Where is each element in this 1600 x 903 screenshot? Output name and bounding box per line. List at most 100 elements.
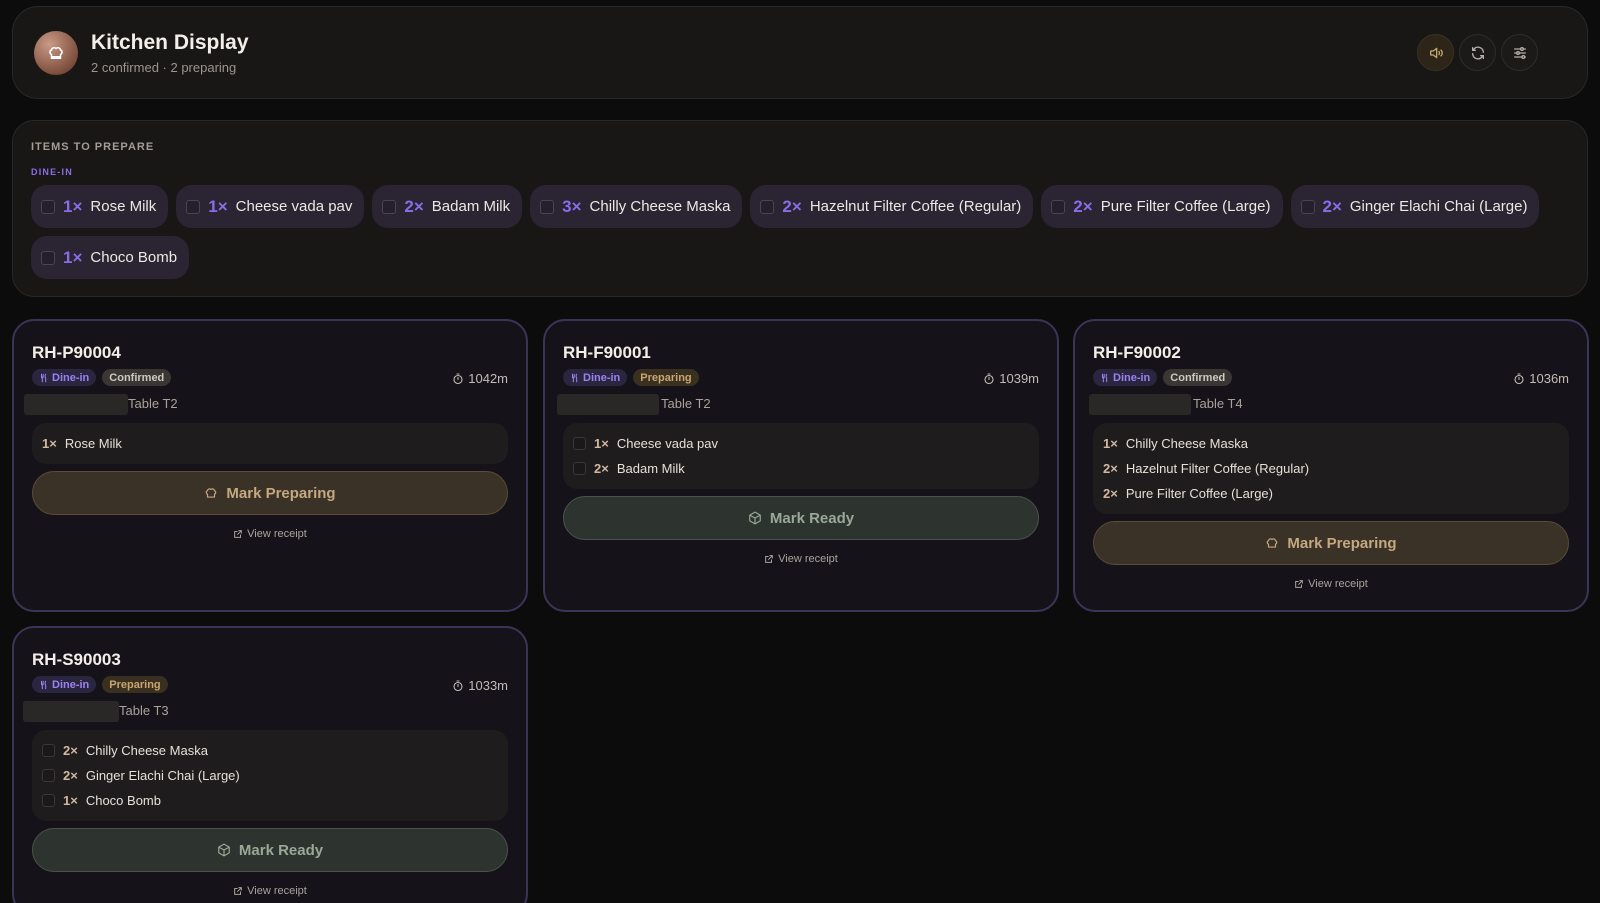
order-card: RH-S90003 Dine-in Preparing 1033m Table … — [12, 626, 528, 903]
item-name: Cheese vada pav — [616, 436, 719, 451]
item-qty: 2× — [1073, 196, 1093, 216]
item-checkbox[interactable] — [186, 199, 201, 214]
chef-hat-icon — [1267, 538, 1278, 548]
redacted-customer — [23, 701, 119, 722]
item-checkbox[interactable] — [573, 462, 586, 475]
package-icon — [218, 843, 230, 857]
item-checkbox[interactable] — [42, 744, 55, 757]
timer-icon — [984, 372, 994, 384]
settings-sliders-icon — [1513, 46, 1526, 59]
item-qty: 3× — [562, 196, 582, 216]
sound-button[interactable] — [1417, 34, 1454, 71]
timer-value: 1036m — [1529, 371, 1569, 386]
order-id: RH-F90001 — [563, 343, 651, 362]
order-id: RH-P90004 — [32, 343, 121, 362]
order-id: RH-F90002 — [1093, 343, 1181, 362]
item-checkbox[interactable] — [573, 437, 586, 450]
status-badge: Confirmed — [102, 369, 172, 386]
item-checkbox[interactable] — [42, 794, 55, 807]
order-items: 2× Chilly Cheese Maska 2× Ginger Elachi Ch… — [32, 730, 508, 821]
timer-value: 1042m — [468, 371, 508, 386]
order-card: RH-F90001 Dine-in Preparing 1039m Table … — [543, 319, 1059, 612]
order-item: 2× Hazelnut Filter Coffee (Regular) — [1103, 456, 1559, 481]
order-item: 1× Choco Bomb — [42, 788, 498, 813]
page-subtitle: 2 confirmed · 2 preparing — [91, 60, 237, 75]
order-item: 1× Rose Milk — [42, 431, 498, 456]
item-qty: 2× — [404, 196, 424, 216]
item-chip[interactable]: 2× Hazelnut Filter Coffee (Regular) — [750, 185, 1034, 228]
item-chip[interactable]: 2× Badam Milk — [372, 185, 523, 228]
item-checkbox[interactable] — [1051, 199, 1066, 214]
item-chip[interactable]: 2× Pure Filter Coffee (Large) — [1041, 185, 1283, 228]
order-timer: 1036m — [1513, 371, 1569, 386]
item-name: Badam Milk — [431, 198, 511, 215]
item-qty: 2× — [782, 196, 802, 216]
order-timer: 1039m — [983, 371, 1039, 386]
item-chip[interactable]: 1× Choco Bomb — [31, 236, 190, 279]
table-label: Table T2 — [128, 396, 178, 411]
header-bar: Kitchen Display 2 confirmed · 2 preparin… — [12, 6, 1588, 99]
item-qty: 2× — [594, 461, 609, 476]
utensils-icon — [40, 680, 47, 689]
item-checkbox[interactable] — [41, 199, 55, 214]
order-item: 2× Pure Filter Coffee (Large) — [1103, 481, 1559, 506]
item-qty: 1× — [63, 793, 78, 808]
item-qty: 1× — [208, 196, 228, 216]
dine-in-badge: Dine-in — [32, 369, 97, 386]
table-label: Table T2 — [661, 396, 711, 411]
view-receipt-link[interactable]: View receipt — [14, 885, 526, 897]
order-timer: 1033m — [452, 678, 508, 693]
order-items: 1× Chilly Cheese Maska 2× Hazelnut Filter … — [1093, 423, 1569, 514]
order-type: Dine-in — [52, 371, 90, 384]
dine-in-group-title: DINE-IN — [31, 167, 73, 177]
item-qty: 2× — [63, 768, 78, 783]
redacted-customer — [1089, 394, 1191, 415]
timer-icon — [1514, 372, 1524, 384]
view-receipt-link[interactable]: View receipt — [545, 553, 1057, 565]
item-name: Pure Filter Coffee (Large) — [1125, 486, 1273, 501]
mark-ready-button[interactable]: Mark Ready — [563, 496, 1039, 540]
view-receipt-link[interactable]: View receipt — [1075, 578, 1587, 590]
settings-button[interactable] — [1501, 34, 1538, 71]
item-checkbox[interactable] — [760, 199, 775, 214]
item-qty: 2× — [1322, 196, 1342, 216]
item-checkbox[interactable] — [540, 199, 555, 214]
order-card: RH-F90002 Dine-in Confirmed 1036m Table … — [1073, 319, 1589, 612]
items-section-title: ITEMS TO PREPARE — [31, 141, 155, 153]
redacted-customer — [24, 394, 128, 415]
package-icon — [749, 511, 761, 525]
item-qty: 1× — [1103, 436, 1118, 451]
mark-ready-button[interactable]: Mark Ready — [32, 828, 508, 872]
items-to-prepare-panel: ITEMS TO PREPARE DINE-IN 1× Rose Milk 1× C… — [12, 120, 1588, 297]
item-chip[interactable]: 1× Rose Milk — [31, 185, 169, 228]
utensils-icon — [40, 373, 47, 382]
page-title: Kitchen Display — [91, 31, 249, 54]
item-qty: 1× — [42, 436, 57, 451]
item-checkbox[interactable] — [41, 250, 55, 265]
item-checkbox[interactable] — [1300, 199, 1315, 214]
item-chip[interactable]: 2× Ginger Elachi Chai (Large) — [1290, 185, 1540, 228]
item-name: Choco Bomb — [90, 249, 178, 266]
order-card: RH-P90004 Dine-in Confirmed 1042m Table … — [12, 319, 528, 612]
view-receipt-link[interactable]: View receipt — [14, 528, 526, 540]
item-chip[interactable]: 1× Cheese vada pav — [176, 185, 365, 228]
item-name: Rose Milk — [90, 198, 157, 215]
dine-in-badge: Dine-in — [563, 369, 628, 386]
order-timer: 1042m — [452, 371, 508, 386]
mark-preparing-button[interactable]: Mark Preparing — [1093, 521, 1569, 565]
order-item: 2× Badam Milk — [573, 456, 1029, 481]
item-qty: 1× — [63, 247, 83, 267]
item-name: Hazelnut Filter Coffee (Regular) — [809, 198, 1022, 215]
order-item: 2× Chilly Cheese Maska — [42, 738, 498, 763]
items-chip-list: 1× Rose Milk 1× Cheese vada pav 2× Badam Mi… — [31, 185, 1571, 279]
timer-icon — [453, 372, 463, 384]
refresh-icon — [1471, 46, 1484, 59]
refresh-button[interactable] — [1459, 34, 1496, 71]
mark-preparing-button[interactable]: Mark Preparing — [32, 471, 508, 515]
item-checkbox[interactable] — [382, 199, 397, 214]
item-qty: 2× — [63, 743, 78, 758]
item-checkbox[interactable] — [42, 769, 55, 782]
item-name: Rose Milk — [64, 436, 122, 451]
receipt-label: View receipt — [1308, 578, 1368, 590]
item-chip[interactable]: 3× Chilly Cheese Maska — [530, 185, 743, 228]
